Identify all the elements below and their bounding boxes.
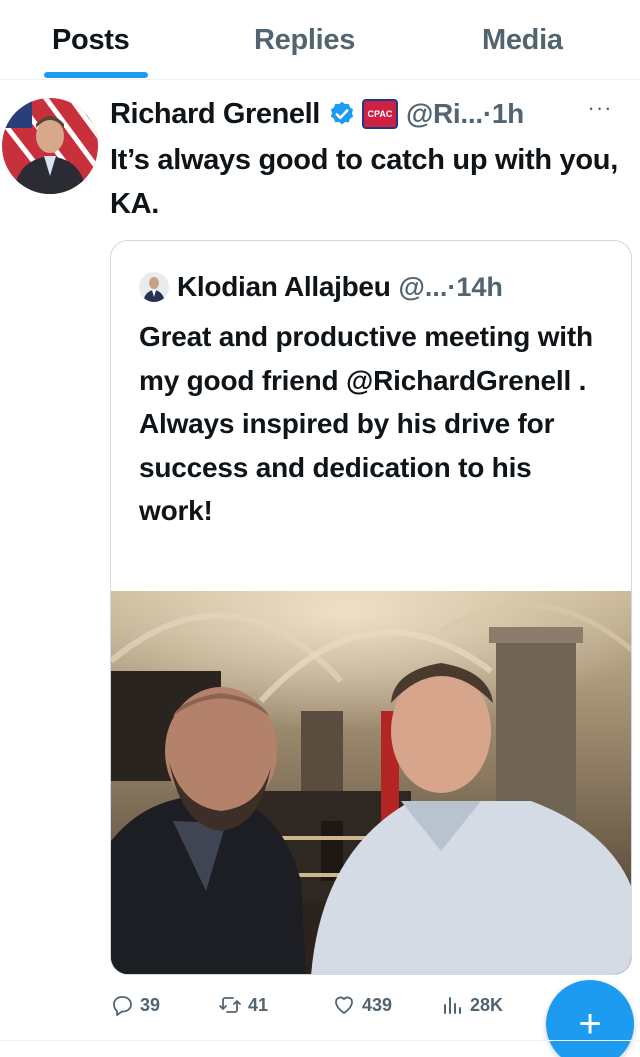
quoted-author-handle: @...·14h — [399, 272, 503, 303]
post-text: It’s always good to catch up with you, K… — [110, 144, 618, 220]
handle-text: @Ri... — [405, 98, 483, 129]
time-separator: · — [482, 98, 492, 129]
like-button[interactable]: 439 — [332, 988, 392, 1022]
quoted-author-name: Klodian Allajbeu — [177, 271, 391, 302]
quoted-time-separator: · — [447, 271, 457, 302]
quoted-handle-text: @... — [398, 271, 448, 302]
reply-count: 39 — [140, 994, 161, 1015]
repost-icon — [219, 997, 241, 1013]
tab-posts[interactable]: Posts — [52, 24, 130, 57]
reply-button[interactable]: 39 — [110, 988, 160, 1022]
author-handle[interactable]: @Ri...·1h — [406, 98, 524, 130]
view-count: 28K — [470, 994, 504, 1015]
like-count: 439 — [362, 994, 393, 1015]
compose-post-button[interactable]: + — [546, 980, 634, 1057]
tab-media[interactable]: Media — [482, 24, 563, 57]
reply-icon — [113, 996, 132, 1016]
tab-replies[interactable]: Replies — [254, 24, 355, 57]
post-header: Richard Grenell CPAC @Ri...·1h — [110, 94, 524, 134]
post-time[interactable]: 1h — [492, 98, 524, 129]
repost-button[interactable]: 41 — [218, 988, 268, 1022]
heart-icon — [335, 996, 353, 1014]
verified-badge-icon — [330, 101, 354, 125]
views-button[interactable]: 28K — [440, 988, 503, 1022]
quoted-post-photo[interactable] — [111, 591, 631, 974]
quoted-post-header: Klodian Allajbeu @...·14h — [139, 269, 503, 305]
quoted-post[interactable]: Klodian Allajbeu @...·14h Great and prod… — [110, 240, 632, 975]
post-actions: 39 41 439 28K — [110, 988, 550, 1022]
more-options-icon[interactable]: ··· — [580, 97, 620, 128]
views-chart-icon — [444, 997, 461, 1014]
post-divider — [0, 1040, 640, 1041]
quoted-author-avatar — [139, 272, 169, 302]
profile-tabs: Posts Replies Media — [0, 0, 640, 80]
quoted-post-text: Great and productive meeting with my goo… — [139, 321, 593, 526]
author-avatar[interactable] — [2, 98, 98, 194]
affiliation-badge-icon[interactable]: CPAC — [361, 99, 398, 129]
active-tab-indicator — [44, 72, 148, 78]
quoted-post-time: 14h — [456, 271, 503, 302]
repost-count: 41 — [248, 994, 269, 1015]
author-name[interactable]: Richard Grenell — [110, 98, 320, 131]
